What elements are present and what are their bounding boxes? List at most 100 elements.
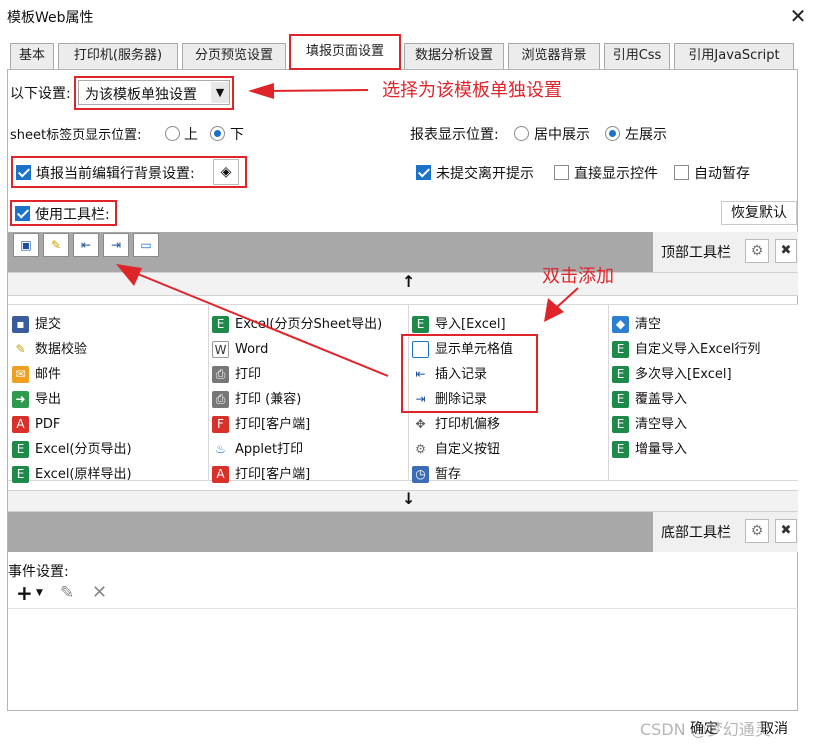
item-label: Excel(原样导出) xyxy=(35,467,132,482)
edit-icon[interactable]: ✎ xyxy=(60,583,74,603)
tab-printer-server[interactable]: 打印机(服务器) xyxy=(58,43,178,69)
pdf-icon: A xyxy=(12,416,29,433)
item-excel-page-export[interactable]: E Excel(分页导出) xyxy=(10,437,206,462)
item-label: 多次导入[Excel] xyxy=(635,367,732,382)
excel-icon: E xyxy=(12,466,29,483)
report-pos-center-radio[interactable] xyxy=(514,126,529,141)
item-custom-button[interactable]: ⚙ 自定义按钮 xyxy=(410,437,606,462)
scope-label: 以下设置: xyxy=(10,86,71,102)
item-label: Applet打印 xyxy=(235,442,304,457)
item-label: 打印[客户端] xyxy=(235,467,311,482)
annotation-box-scope xyxy=(74,76,234,110)
excel-icon: E xyxy=(612,341,629,358)
tab-basic[interactable]: 基本 xyxy=(10,43,54,69)
item-label: 自定义按钮 xyxy=(435,442,501,457)
sheet-pos-top-label: 上 xyxy=(184,127,198,143)
delete-icon[interactable]: ✕ xyxy=(92,582,107,603)
excel-icon: E xyxy=(612,391,629,408)
eraser-icon: ◆ xyxy=(612,316,629,333)
tab-data-analysis[interactable]: 数据分析设置 xyxy=(404,43,504,69)
tab-javascript[interactable]: 引用JavaScript xyxy=(674,43,794,69)
printer-icon: ⎙ xyxy=(212,391,229,408)
item-label: 清空导入 xyxy=(635,417,688,432)
annotation-arrow-toolbar xyxy=(116,264,579,377)
gear-icon: ⚙ xyxy=(412,441,429,458)
excel-icon: E xyxy=(612,441,629,458)
gear-icon[interactable]: ⚙ xyxy=(745,519,769,543)
report-pos-left-label: 左展示 xyxy=(625,127,667,143)
gear-icon[interactable]: ⚙ xyxy=(745,239,769,263)
chevron-down-icon[interactable]: ▼ xyxy=(36,588,43,598)
direct-show-label: 直接显示控件 xyxy=(574,166,658,182)
auto-save-checkbox[interactable] xyxy=(674,165,689,180)
item-incremental-import[interactable]: E 增量导入 xyxy=(610,437,796,462)
top-toolbar-label-area: 顶部工具栏 ⚙ ✖ xyxy=(653,232,798,272)
close-circle-icon[interactable]: ✖ xyxy=(775,519,797,543)
item-excel-original-export[interactable]: E Excel(原样导出) xyxy=(10,462,206,487)
direct-show-checkbox[interactable] xyxy=(554,165,569,180)
item-label: 邮件 xyxy=(35,367,62,382)
sheet-pos-bottom-radio[interactable] xyxy=(210,126,225,141)
item-pdf[interactable]: A PDF xyxy=(10,412,206,437)
close-circle-icon[interactable]: ✖ xyxy=(775,239,797,263)
item-label: 提交 xyxy=(35,317,62,332)
tab-browser-bg[interactable]: 浏览器背景 xyxy=(508,43,600,69)
title-bar: 模板Web属性 ✕ xyxy=(0,0,819,34)
annotation-box-tab xyxy=(289,34,401,70)
leave-prompt-label: 未提交离开提示 xyxy=(436,166,534,182)
window-title: 模板Web属性 xyxy=(7,10,94,26)
tab-page-preview[interactable]: 分页预览设置 xyxy=(182,43,286,69)
item-temp-save[interactable]: ◷ 暂存 xyxy=(410,462,606,487)
watermark: CSDN @梦幻通灵 xyxy=(640,720,771,739)
top-toolbar-label: 顶部工具栏 xyxy=(661,245,731,261)
export-icon: ➜ xyxy=(12,391,29,408)
item-label: 清空 xyxy=(635,317,662,332)
save-icon: ▪ xyxy=(12,316,29,333)
report-pos-label: 报表显示位置: xyxy=(410,127,499,143)
grid-line xyxy=(608,304,609,480)
restore-default-button[interactable]: 恢复默认 xyxy=(721,201,797,225)
mail-icon: ✉ xyxy=(12,366,29,383)
item-label: 打印 (兼容) xyxy=(235,392,302,407)
leave-prompt-checkbox[interactable] xyxy=(416,165,431,180)
close-icon[interactable]: ✕ xyxy=(786,3,810,29)
annotation-select-note: 选择为该模板单独设置 xyxy=(382,80,562,101)
item-print-client[interactable]: F 打印[客户端] xyxy=(210,412,406,437)
events-divider xyxy=(8,608,798,609)
item-label: 自定义导入Excel行列 xyxy=(635,342,761,357)
settings-panel: 以下设置: 为该模板单独设置 ▼ 选择为该模板单独设置 sheet标签页显示位置… xyxy=(7,69,798,711)
excel-icon: E xyxy=(612,366,629,383)
item-applet-print[interactable]: ♨ Applet打印 xyxy=(210,437,406,462)
report-pos-left-radio[interactable] xyxy=(605,126,620,141)
bottom-toolbar-label: 底部工具栏 xyxy=(661,525,731,541)
item-custom-import[interactable]: E 自定义导入Excel行列 xyxy=(610,337,796,362)
sheet-pos-label: sheet标签页显示位置: xyxy=(10,128,142,143)
item-clear[interactable]: ◆ 清空 xyxy=(610,312,796,337)
item-print-client-pdf[interactable]: A 打印[客户端] xyxy=(210,462,406,487)
events-label: 事件设置: xyxy=(8,564,69,580)
annotation-box-use-toolbar xyxy=(10,200,117,226)
annotation-arrow-scope xyxy=(248,83,369,99)
sheet-pos-bottom-label: 下 xyxy=(230,127,244,143)
item-overwrite-import[interactable]: E 覆盖导入 xyxy=(610,387,796,412)
item-print-compat[interactable]: ⎙ 打印 (兼容) xyxy=(210,387,406,412)
java-icon: ♨ xyxy=(212,441,229,458)
item-clear-import[interactable]: E 清空导入 xyxy=(610,412,796,437)
item-printer-offset[interactable]: ✥ 打印机偏移 xyxy=(410,412,606,437)
excel-icon: E xyxy=(612,416,629,433)
add-icon[interactable]: + xyxy=(16,581,33,605)
sheet-pos-top-radio[interactable] xyxy=(165,126,180,141)
arrow-down-icon[interactable]: ↓ xyxy=(402,489,415,508)
item-label: 增量导入 xyxy=(635,442,688,457)
item-export[interactable]: ➜ 导出 xyxy=(10,387,206,412)
item-label: 打印[客户端] xyxy=(235,417,311,432)
item-label: 导出 xyxy=(35,392,62,407)
print-client-icon: F xyxy=(212,416,229,433)
item-label: PDF xyxy=(35,417,61,432)
tab-css[interactable]: 引用Css xyxy=(604,43,670,69)
move-icon: ✥ xyxy=(412,416,429,433)
item-multi-import[interactable]: E 多次导入[Excel] xyxy=(610,362,796,387)
item-label: 打印机偏移 xyxy=(435,417,501,432)
item-label: Excel(分页导出) xyxy=(35,442,132,457)
annotation-box-edit-bg xyxy=(11,156,247,188)
